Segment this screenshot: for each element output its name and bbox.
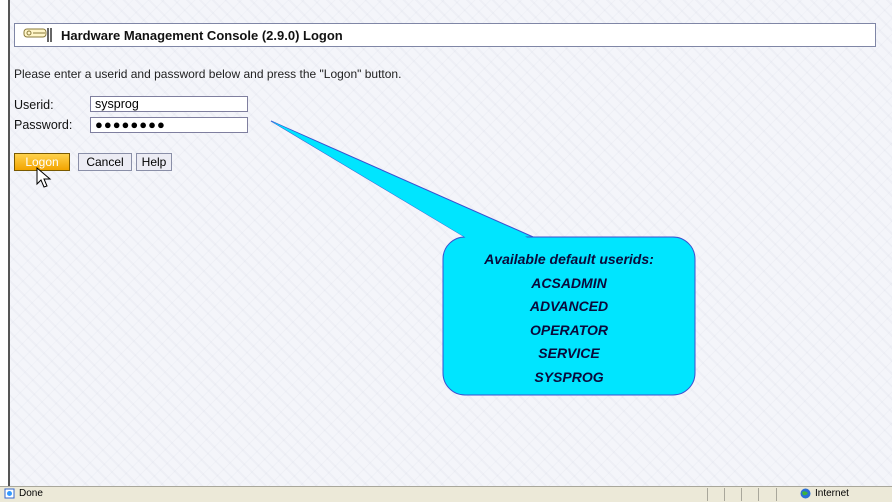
userid-option: SERVICE — [538, 345, 600, 361]
status-done: Done — [4, 488, 43, 499]
userid-option: ADVANCED — [529, 298, 609, 314]
userids-callout — [270, 120, 696, 396]
status-divider — [741, 488, 742, 501]
status-text: Done — [19, 488, 43, 499]
status-divider — [707, 488, 708, 501]
userid-option: SYSPROG — [534, 368, 604, 385]
zone-label: Internet — [815, 488, 849, 499]
callout-text: Available default userids: ACSADMIN ADVA… — [444, 248, 694, 389]
userid-option: ACSADMIN — [531, 274, 607, 291]
callout-heading: Available default userids: — [484, 251, 654, 267]
status-divider — [758, 488, 759, 501]
userid-option: OPERATOR — [529, 321, 609, 338]
page-done-icon — [4, 488, 15, 499]
status-divider — [776, 488, 777, 501]
status-divider — [724, 488, 725, 501]
browser-status-bar: Done Internet — [0, 486, 892, 502]
globe-icon — [800, 488, 811, 499]
security-zone: Internet — [800, 488, 849, 499]
